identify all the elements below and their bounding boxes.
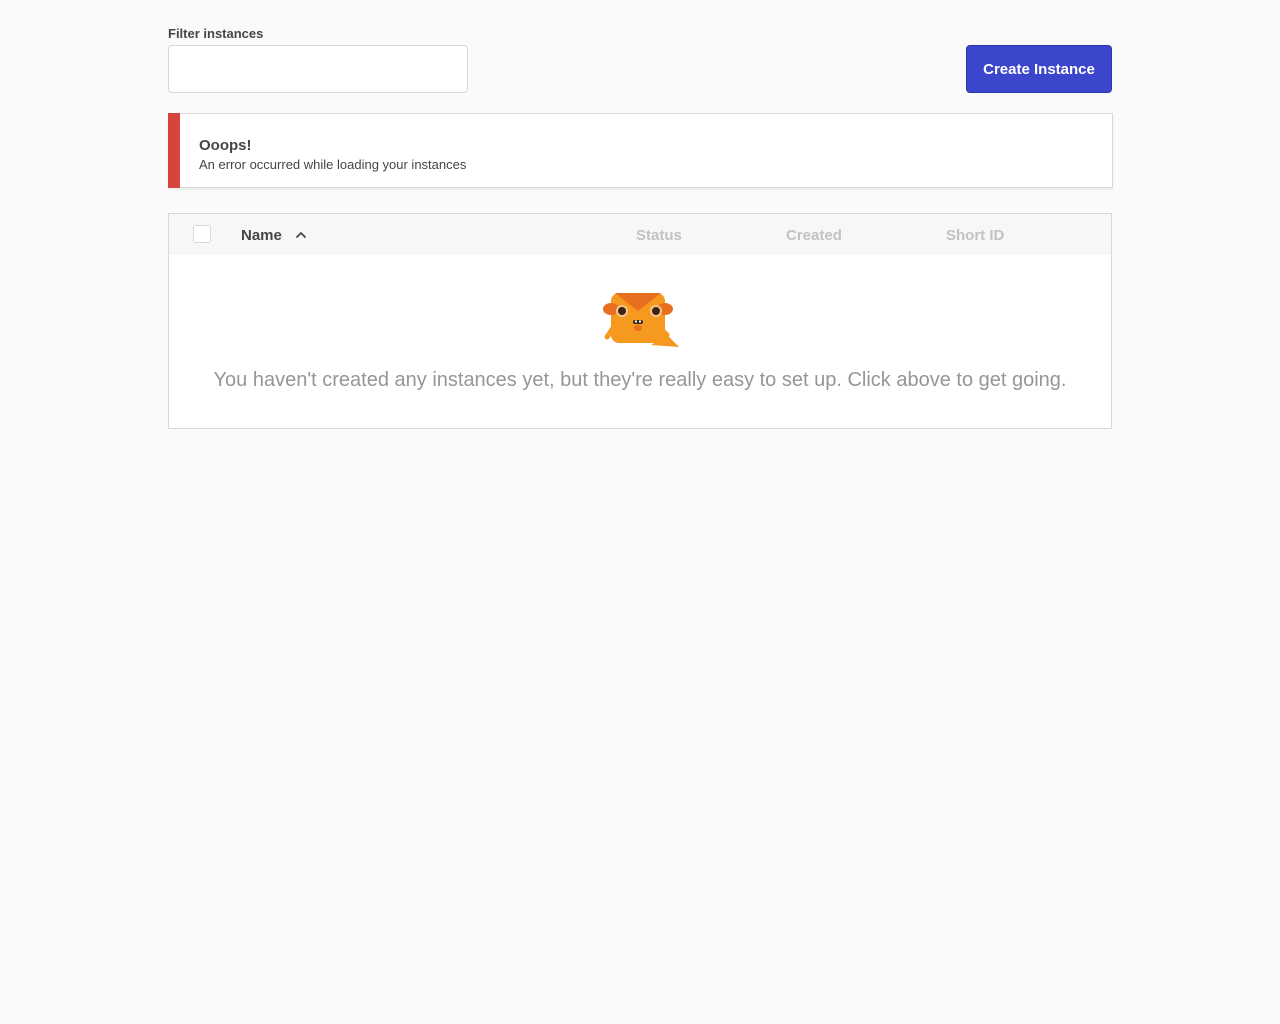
table-header: Name Status Created Short ID xyxy=(169,214,1111,255)
column-header-short-id[interactable]: Short ID xyxy=(946,227,1004,244)
alert-title: Ooops! xyxy=(199,137,252,154)
mascot-icon xyxy=(603,293,679,347)
column-header-status[interactable]: Status xyxy=(636,227,682,244)
filter-input[interactable] xyxy=(168,45,468,93)
create-instance-button[interactable]: Create Instance xyxy=(966,45,1112,93)
column-header-name[interactable]: Name xyxy=(241,227,282,244)
error-alert: Ooops! An error occurred while loading y… xyxy=(168,113,1113,188)
alert-accent-bar xyxy=(168,113,180,188)
column-header-created[interactable]: Created xyxy=(786,227,842,244)
sort-ascending-icon[interactable] xyxy=(294,229,308,241)
alert-message: An error occurred while loading your ins… xyxy=(199,157,467,172)
filter-label: Filter instances xyxy=(168,26,264,41)
empty-state-message: You haven't created any instances yet, b… xyxy=(213,369,1067,391)
select-all-checkbox[interactable] xyxy=(193,225,211,243)
instances-table: Name Status Created Short ID You haven't… xyxy=(168,213,1112,429)
